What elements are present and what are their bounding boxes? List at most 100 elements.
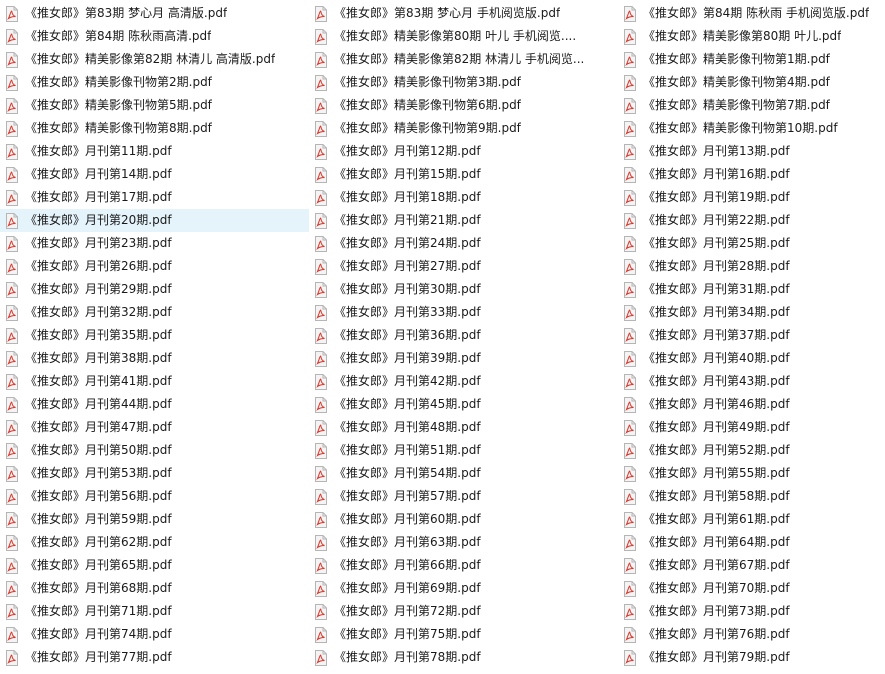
- file-item[interactable]: 《推女郎》月刊第35期.pdf: [0, 324, 309, 347]
- file-item[interactable]: 《推女郎》月刊第26期.pdf: [0, 255, 309, 278]
- file-item[interactable]: 《推女郎》精美影像刊物第6期.pdf: [309, 94, 618, 117]
- file-name: 《推女郎》月刊第33期.pdf: [334, 305, 481, 319]
- file-item[interactable]: 《推女郎》精美影像刊物第9期.pdf: [309, 117, 618, 140]
- file-item[interactable]: 《推女郎》月刊第50期.pdf: [0, 439, 309, 462]
- file-name: 《推女郎》第83期 梦心月 高清版.pdf: [25, 6, 228, 20]
- file-item[interactable]: 《推女郎》月刊第20期.pdf: [0, 209, 309, 232]
- file-item[interactable]: 《推女郎》月刊第44期.pdf: [0, 393, 309, 416]
- file-item[interactable]: 《推女郎》月刊第79期.pdf: [618, 646, 885, 669]
- file-item[interactable]: 《推女郎》精美影像刊物第7期.pdf: [618, 94, 885, 117]
- file-name: 《推女郎》月刊第61期.pdf: [643, 512, 790, 526]
- file-item[interactable]: 《推女郎》月刊第53期.pdf: [0, 462, 309, 485]
- file-item[interactable]: 《推女郎》月刊第13期.pdf: [618, 140, 885, 163]
- file-item[interactable]: 《推女郎》月刊第52期.pdf: [618, 439, 885, 462]
- file-item[interactable]: 《推女郎》月刊第58期.pdf: [618, 485, 885, 508]
- file-item[interactable]: 《推女郎》月刊第29期.pdf: [0, 278, 309, 301]
- file-item[interactable]: 《推女郎》月刊第16期.pdf: [618, 163, 885, 186]
- file-item[interactable]: 《推女郎》月刊第65期.pdf: [0, 554, 309, 577]
- file-item[interactable]: 《推女郎》精美影像第82期 林清儿 高清版.pdf: [0, 48, 309, 71]
- file-item[interactable]: 《推女郎》月刊第36期.pdf: [309, 324, 618, 347]
- file-item[interactable]: 《推女郎》精美影像刊物第1期.pdf: [618, 48, 885, 71]
- file-item[interactable]: 《推女郎》月刊第42期.pdf: [309, 370, 618, 393]
- file-item[interactable]: 《推女郎》月刊第15期.pdf: [309, 163, 618, 186]
- file-item[interactable]: 《推女郎》月刊第59期.pdf: [0, 508, 309, 531]
- file-item[interactable]: 《推女郎》月刊第24期.pdf: [309, 232, 618, 255]
- file-item[interactable]: 《推女郎》精美影像刊物第8期.pdf: [0, 117, 309, 140]
- pdf-file-icon: [315, 212, 327, 229]
- file-item[interactable]: 《推女郎》月刊第60期.pdf: [309, 508, 618, 531]
- file-item[interactable]: 《推女郎》月刊第57期.pdf: [309, 485, 618, 508]
- file-item[interactable]: 《推女郎》精美影像第80期 叶儿 手机阅览....: [309, 25, 618, 48]
- file-item[interactable]: 《推女郎》月刊第34期.pdf: [618, 301, 885, 324]
- file-item[interactable]: 《推女郎》月刊第46期.pdf: [618, 393, 885, 416]
- file-item[interactable]: 《推女郎》月刊第11期.pdf: [0, 140, 309, 163]
- file-item[interactable]: 《推女郎》精美影像刊物第5期.pdf: [0, 94, 309, 117]
- file-item[interactable]: 《推女郎》月刊第21期.pdf: [309, 209, 618, 232]
- file-item[interactable]: 《推女郎》月刊第23期.pdf: [0, 232, 309, 255]
- file-item[interactable]: 《推女郎》月刊第30期.pdf: [309, 278, 618, 301]
- file-item[interactable]: 《推女郎》月刊第62期.pdf: [0, 531, 309, 554]
- file-item[interactable]: 《推女郎》月刊第73期.pdf: [618, 600, 885, 623]
- file-item[interactable]: 《推女郎》月刊第63期.pdf: [309, 531, 618, 554]
- file-item[interactable]: 《推女郎》月刊第17期.pdf: [0, 186, 309, 209]
- file-item[interactable]: 《推女郎》月刊第45期.pdf: [309, 393, 618, 416]
- file-item[interactable]: 《推女郎》月刊第12期.pdf: [309, 140, 618, 163]
- file-item[interactable]: 《推女郎》月刊第27期.pdf: [309, 255, 618, 278]
- file-item[interactable]: 《推女郎》月刊第37期.pdf: [618, 324, 885, 347]
- file-item[interactable]: 《推女郎》月刊第28期.pdf: [618, 255, 885, 278]
- file-item[interactable]: 《推女郎》月刊第72期.pdf: [309, 600, 618, 623]
- file-item[interactable]: 《推女郎》月刊第55期.pdf: [618, 462, 885, 485]
- file-item[interactable]: 《推女郎》精美影像刊物第4期.pdf: [618, 71, 885, 94]
- file-item[interactable]: 《推女郎》第84期 陈秋雨高清.pdf: [0, 25, 309, 48]
- file-item[interactable]: 《推女郎》月刊第77期.pdf: [0, 646, 309, 669]
- file-item[interactable]: 《推女郎》月刊第33期.pdf: [309, 301, 618, 324]
- file-item[interactable]: 《推女郎》月刊第78期.pdf: [309, 646, 618, 669]
- file-item[interactable]: 《推女郎》月刊第25期.pdf: [618, 232, 885, 255]
- pdf-file-icon: [624, 396, 636, 413]
- file-name: 《推女郎》月刊第71期.pdf: [25, 604, 172, 618]
- file-item[interactable]: 《推女郎》月刊第43期.pdf: [618, 370, 885, 393]
- file-item[interactable]: 《推女郎》月刊第19期.pdf: [618, 186, 885, 209]
- file-item[interactable]: 《推女郎》月刊第22期.pdf: [618, 209, 885, 232]
- file-item[interactable]: 《推女郎》月刊第75期.pdf: [309, 623, 618, 646]
- file-item[interactable]: 《推女郎》月刊第38期.pdf: [0, 347, 309, 370]
- file-item[interactable]: 《推女郎》月刊第51期.pdf: [309, 439, 618, 462]
- file-item[interactable]: 《推女郎》月刊第69期.pdf: [309, 577, 618, 600]
- file-item[interactable]: 《推女郎》月刊第61期.pdf: [618, 508, 885, 531]
- file-name: 《推女郎》月刊第50期.pdf: [25, 443, 172, 457]
- file-item[interactable]: 《推女郎》月刊第54期.pdf: [309, 462, 618, 485]
- file-item[interactable]: 《推女郎》月刊第32期.pdf: [0, 301, 309, 324]
- file-item[interactable]: 《推女郎》月刊第71期.pdf: [0, 600, 309, 623]
- pdf-file-icon: [624, 534, 636, 551]
- file-item[interactable]: 《推女郎》第83期 梦心月 高清版.pdf: [0, 2, 309, 25]
- pdf-file-icon: [624, 557, 636, 574]
- file-item[interactable]: 《推女郎》精美影像第80期 叶儿.pdf: [618, 25, 885, 48]
- file-item[interactable]: 《推女郎》月刊第47期.pdf: [0, 416, 309, 439]
- file-item[interactable]: 《推女郎》月刊第49期.pdf: [618, 416, 885, 439]
- file-item[interactable]: 《推女郎》精美影像刊物第3期.pdf: [309, 71, 618, 94]
- file-item[interactable]: 《推女郎》月刊第14期.pdf: [0, 163, 309, 186]
- pdf-file-icon: [6, 442, 18, 459]
- file-item[interactable]: 《推女郎》第84期 陈秋雨 手机阅览版.pdf: [618, 2, 885, 25]
- file-item[interactable]: 《推女郎》月刊第18期.pdf: [309, 186, 618, 209]
- file-item[interactable]: 《推女郎》月刊第66期.pdf: [309, 554, 618, 577]
- file-item[interactable]: 《推女郎》月刊第40期.pdf: [618, 347, 885, 370]
- file-item[interactable]: 《推女郎》月刊第64期.pdf: [618, 531, 885, 554]
- file-item[interactable]: 《推女郎》月刊第74期.pdf: [0, 623, 309, 646]
- file-item[interactable]: 《推女郎》月刊第76期.pdf: [618, 623, 885, 646]
- file-name: 《推女郎》月刊第47期.pdf: [25, 420, 172, 434]
- file-item[interactable]: 《推女郎》月刊第67期.pdf: [618, 554, 885, 577]
- file-item[interactable]: 《推女郎》月刊第68期.pdf: [0, 577, 309, 600]
- file-name: 《推女郎》月刊第54期.pdf: [334, 466, 481, 480]
- file-item[interactable]: 《推女郎》月刊第39期.pdf: [309, 347, 618, 370]
- file-item[interactable]: 《推女郎》月刊第48期.pdf: [309, 416, 618, 439]
- file-name: 《推女郎》月刊第26期.pdf: [25, 259, 172, 273]
- file-item[interactable]: 《推女郎》精美影像刊物第2期.pdf: [0, 71, 309, 94]
- file-item[interactable]: 《推女郎》精美影像刊物第10期.pdf: [618, 117, 885, 140]
- file-item[interactable]: 《推女郎》月刊第56期.pdf: [0, 485, 309, 508]
- file-item[interactable]: 《推女郎》第83期 梦心月 手机阅览版.pdf: [309, 2, 618, 25]
- file-item[interactable]: 《推女郎》月刊第41期.pdf: [0, 370, 309, 393]
- file-item[interactable]: 《推女郎》精美影像第82期 林清儿 手机阅览...: [309, 48, 618, 71]
- file-item[interactable]: 《推女郎》月刊第31期.pdf: [618, 278, 885, 301]
- file-item[interactable]: 《推女郎》月刊第70期.pdf: [618, 577, 885, 600]
